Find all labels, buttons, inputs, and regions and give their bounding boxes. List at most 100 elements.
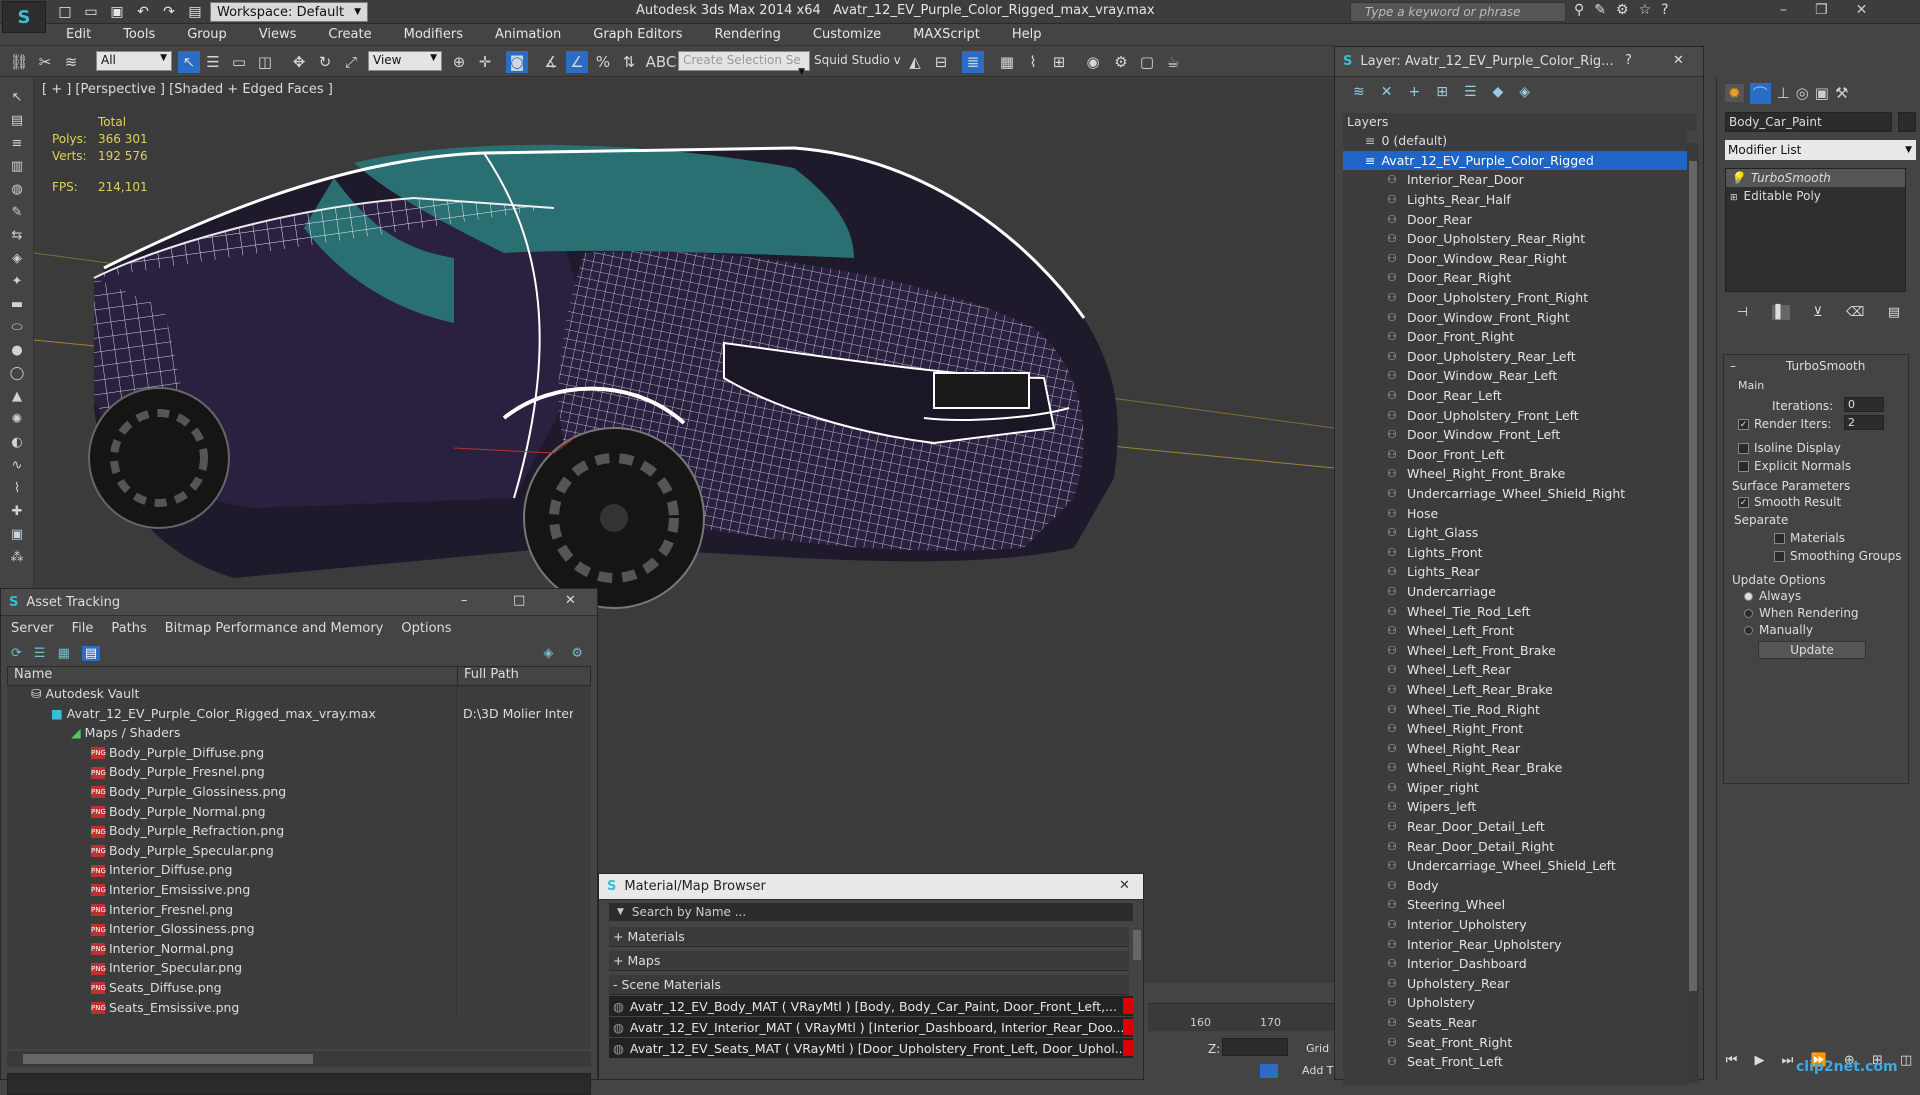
layer-item[interactable]: ⚇ Hose	[1343, 503, 1687, 523]
open-file-icon[interactable]: ▭	[80, 2, 102, 22]
camera-icon[interactable]: ▣	[5, 524, 29, 544]
menu-customize[interactable]: Customize	[797, 27, 897, 42]
materials-checkbox[interactable]	[1774, 533, 1785, 544]
close-icon[interactable]: ✕	[1673, 53, 1684, 68]
motion-tab-icon[interactable]: ◎	[1796, 84, 1809, 102]
refresh-icon[interactable]: ⟳	[11, 646, 22, 661]
layer-item[interactable]: ⚇ Door_Window_Rear_Right	[1343, 249, 1687, 269]
table-row[interactable]: ◢ Maps / Shaders	[7, 725, 591, 745]
layer-manager-icon[interactable]: ≣	[962, 51, 984, 73]
menu-animation[interactable]: Animation	[479, 27, 577, 42]
layer-item[interactable]: ⚇ Lights_Rear	[1343, 562, 1687, 582]
maximize-icon[interactable]: □	[513, 593, 525, 608]
spinner-snap-icon[interactable]: ⇅	[618, 51, 640, 73]
table-row[interactable]: PNG Body_Purple_Fresnel.png	[7, 764, 591, 784]
paint-select-icon[interactable]: ▤	[5, 110, 29, 130]
binoculars-icon[interactable]: ⚲	[1574, 2, 1584, 18]
section-materials[interactable]: + Materials	[609, 927, 1129, 947]
lightbulb-icon[interactable]: 💡	[1730, 171, 1745, 185]
layer-item[interactable]: ⚇ Interior_Rear_Upholstery	[1343, 934, 1687, 954]
vault-icon[interactable]: ◈	[543, 646, 553, 661]
lasso-icon[interactable]: ◍	[5, 179, 29, 199]
configure-sets-icon[interactable]: ▤	[1888, 305, 1900, 320]
table-row[interactable]: PNG Body_Purple_Refraction.png	[7, 823, 591, 843]
layer-item[interactable]: ⚇ Seat_Front_Right	[1343, 1032, 1687, 1052]
thumbnail-view-icon[interactable]: ▦	[58, 646, 70, 661]
goto-start-icon[interactable]: ⏮	[1726, 1053, 1738, 1068]
cylinder-icon[interactable]: ⬭	[5, 317, 29, 337]
stack-item[interactable]: ⊞ Editable Poly	[1726, 187, 1905, 205]
layer-item[interactable]: ⚇ Rear_Door_Detail_Left	[1343, 817, 1687, 837]
communication-icon[interactable]: ✎	[1594, 2, 1606, 18]
table-row[interactable]: PNG Seats_Diffuse.png	[7, 979, 591, 1000]
select-object-icon[interactable]: ↖	[178, 51, 200, 73]
material-search-input[interactable]: ▼ Search by Name ...	[609, 903, 1133, 921]
menu-group[interactable]: Group	[171, 27, 243, 42]
move-icon[interactable]: ✥	[288, 51, 310, 73]
layer-icon[interactable]: ≡	[5, 133, 29, 153]
rectangular-selection-icon[interactable]: ▭	[228, 51, 250, 73]
menu-rendering[interactable]: Rendering	[699, 27, 797, 42]
freeform-icon[interactable]: ✎	[5, 202, 29, 222]
table-row[interactable]: PNG Seats_Emsissive.png	[7, 999, 591, 1020]
layer-item[interactable]: ⚇ Undercarriage_Wheel_Shield_Right	[1343, 484, 1687, 504]
list-view-icon[interactable]: ☰	[34, 646, 46, 661]
help-icon[interactable]: ?	[1661, 2, 1668, 18]
isoline-checkbox[interactable]	[1738, 443, 1749, 454]
layer-item[interactable]: ⚇ Door_Front_Right	[1343, 327, 1687, 347]
render-production-icon[interactable]: ☕	[1162, 51, 1184, 73]
close-icon[interactable]: ✕	[1856, 2, 1868, 18]
table-row[interactable]: PNG Body_Purple_Diffuse.png	[7, 744, 591, 765]
horizontal-scrollbar[interactable]	[7, 1051, 591, 1067]
highlight-layer-icon[interactable]: ◆	[1493, 84, 1504, 100]
align-icon[interactable]: ⊟	[930, 51, 952, 73]
layer-item[interactable]: ⚇ Wheel_Right_Front	[1343, 719, 1687, 739]
render-iters-spinner[interactable]: 2	[1844, 415, 1884, 430]
create-tab-icon[interactable]: ✹	[1725, 84, 1744, 102]
angle-snap-icon[interactable]: ∠	[566, 51, 588, 73]
list-item[interactable]: ◍ Avatr_12_EV_Body_MAT ( VRayMtl ) [Body,…	[609, 996, 1133, 1016]
layer-selected[interactable]: ≡ Avatr_12_EV_Purple_Color_Rigged	[1343, 150, 1687, 171]
star-icon[interactable]: ☆	[1639, 2, 1652, 18]
search-options-icon[interactable]: ▼	[617, 907, 624, 917]
menu-graph-editors[interactable]: Graph Editors	[577, 27, 698, 42]
rollout-collapse-icon[interactable]: –	[1730, 359, 1736, 373]
table-row[interactable]: PNG Interior_Glossiness.png	[7, 921, 591, 941]
app-logo-icon[interactable]: S	[2, 1, 46, 33]
table-row[interactable]: PNG Body_Purple_Glossiness.png	[7, 783, 591, 804]
menu-modifiers[interactable]: Modifiers	[388, 27, 479, 42]
layer-item[interactable]: ⚇ Upholstery_Rear	[1343, 974, 1687, 994]
rotate-icon[interactable]: ↻	[314, 51, 336, 73]
layer-item[interactable]: ⚇ Rear_Door_Detail_Right	[1343, 836, 1687, 856]
next-frame-icon[interactable]: ⏭	[1782, 1053, 1794, 1068]
smoothing-groups-checkbox[interactable]	[1774, 551, 1785, 562]
table-row[interactable]: PNG Interior_Fresnel.png	[7, 901, 591, 922]
spline-icon[interactable]: ∿	[5, 455, 29, 475]
table-row[interactable]: PNG Interior_Diffuse.png	[7, 862, 591, 882]
scroll-thumb[interactable]	[1689, 161, 1697, 991]
hierarchy-tab-icon[interactable]: ⊥	[1777, 84, 1790, 102]
layer-item[interactable]: ⚇ Wipers_left	[1343, 797, 1687, 817]
column-full-path[interactable]: Full Path	[458, 667, 574, 685]
menu-bitmap-performance[interactable]: Bitmap Performance and Memory	[165, 621, 384, 636]
graphite-tools-icon[interactable]: ▦	[996, 51, 1018, 73]
expand-icon[interactable]: ⊞	[1730, 193, 1738, 203]
restore-icon[interactable]: ❐	[1815, 2, 1828, 18]
stack-item[interactable]: 💡 TurboSmooth	[1726, 169, 1905, 187]
select-manipulate-icon[interactable]: ✛	[474, 51, 496, 73]
layer-properties-icon[interactable]: ≋	[1353, 84, 1365, 100]
layer-item[interactable]: ⚇ Light_Glass	[1343, 523, 1687, 543]
layer-item[interactable]: ⚇ Door_Upholstery_Front_Right	[1343, 288, 1687, 308]
particle-icon[interactable]: ⁂	[5, 547, 29, 567]
modifier-list-dropdown[interactable]: Modifier List ▼	[1725, 140, 1916, 160]
layer-item[interactable]: ⚇ Undercarriage	[1343, 582, 1687, 602]
table-view-icon[interactable]: ▤	[81, 645, 101, 661]
workspace-dropdown[interactable]: Workspace: Default ▼	[210, 2, 368, 22]
close-icon[interactable]: ✕	[565, 593, 576, 608]
squid-studio-label[interactable]: Squid Studio v	[814, 53, 901, 67]
pin-stack-icon[interactable]: ⊣	[1737, 305, 1748, 320]
minimize-icon[interactable]: –	[461, 593, 468, 608]
vertical-scrollbar[interactable]	[1687, 143, 1699, 1083]
snaps-toggle-icon[interactable]: ∡	[540, 51, 562, 73]
layer-item[interactable]: ⚇ Steering_Wheel	[1343, 895, 1687, 915]
